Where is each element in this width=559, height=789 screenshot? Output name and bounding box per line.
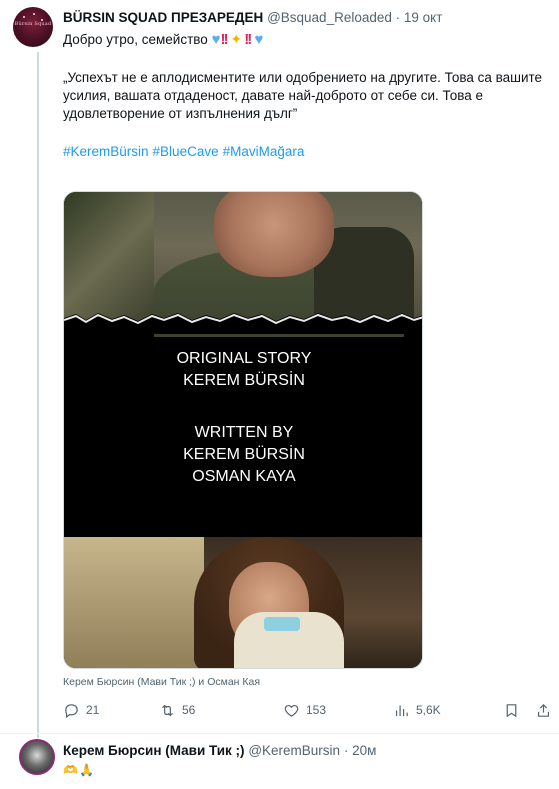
tweet-hashtags: #KeremBürsin #BlueCave #MaviMağara	[63, 144, 308, 159]
bookmark-button[interactable]	[503, 700, 520, 720]
sparkles-icon: ✦	[226, 31, 243, 47]
tweet-actions: 21 56 153 5,6K	[63, 700, 553, 720]
reply-author-name[interactable]: Керем Бюрсин (Мави Тик ;)	[63, 743, 245, 758]
reply-author-handle[interactable]: @KeremBursin	[248, 743, 340, 758]
retweet-button[interactable]: 56	[159, 700, 195, 720]
hashtag-link[interactable]: #KeremBürsin	[63, 144, 149, 159]
views-button[interactable]: 5,6K	[393, 700, 441, 720]
credit-writer-2: OSMAN KAYA	[192, 468, 296, 485]
reply-count: 21	[86, 703, 100, 717]
hashtag-link[interactable]: #BlueCave	[153, 144, 219, 159]
blue-heart-icon: ♥	[250, 31, 264, 48]
hashtag-link[interactable]: #MaviMağara	[223, 144, 305, 159]
tweet-quote: „Успехът не е аплодисментите или одобрен…	[63, 70, 543, 121]
reply-icon	[65, 703, 78, 718]
reply-text: 🫶🙏	[63, 763, 95, 777]
reply-author-avatar[interactable]	[19, 739, 55, 775]
tweet-media-image[interactable]: ORIGINAL STORY KEREM BÜRSİN WRITTEN BY K…	[63, 191, 423, 669]
media-tag-caption[interactable]: Керем Бюрсин (Мави Тик ;) и Осман Кая	[63, 676, 260, 688]
like-button[interactable]: 153	[283, 700, 326, 720]
credit-writer-1: KEREM BÜRSİN	[183, 446, 305, 463]
tweet-divider	[0, 733, 559, 734]
retweet-icon	[162, 704, 173, 716]
share-icon	[537, 703, 550, 717]
views-chart-icon	[395, 705, 408, 716]
credit-original-story: ORIGINAL STORY	[176, 350, 312, 367]
avatar-logo-text: Bürsin Squad	[14, 21, 52, 27]
retweet-count: 56	[182, 703, 196, 717]
tweet-greeting-line: Добро утро, семейство ♥!! ✦ !! ♥	[63, 31, 263, 48]
author-name[interactable]: BÜRSIN SQUAD ПРЕЗАРЕДЕН	[63, 10, 263, 25]
share-button[interactable]	[535, 700, 552, 720]
reply-time[interactable]: 20м	[352, 743, 376, 758]
tweet-header: BÜRSIN SQUAD ПРЕЗАРЕДЕН @Bsquad_Reloaded…	[63, 10, 442, 25]
bookmark-icon	[506, 703, 517, 717]
heart-icon	[284, 704, 299, 717]
torn-paper-edge	[64, 313, 422, 334]
header-separator: ·	[395, 10, 401, 25]
like-count: 153	[306, 703, 327, 717]
tweet-greeting: Добро утро, семейство	[63, 32, 208, 47]
reply-header: Керем Бюрсин (Мави Тик ;) @KeremBursin ·…	[63, 743, 376, 758]
tweet-time[interactable]: 19 окт	[404, 10, 443, 25]
credit-story-author: KEREM BÜRSİN	[183, 372, 305, 389]
media-photo-bottom	[64, 537, 422, 668]
views-count: 5,6K	[416, 703, 441, 717]
media-photo-top	[64, 192, 422, 337]
author-avatar[interactable]: Bürsin Squad	[13, 7, 53, 47]
reply-button[interactable]: 21	[63, 700, 99, 720]
reply-header-separator: ·	[343, 743, 349, 758]
credit-written-by: WRITTEN BY	[194, 424, 294, 441]
avatar-sparkle	[33, 13, 35, 15]
avatar-sparkle	[23, 16, 25, 18]
author-handle[interactable]: @Bsquad_Reloaded	[267, 10, 392, 25]
thread-line	[37, 52, 39, 738]
